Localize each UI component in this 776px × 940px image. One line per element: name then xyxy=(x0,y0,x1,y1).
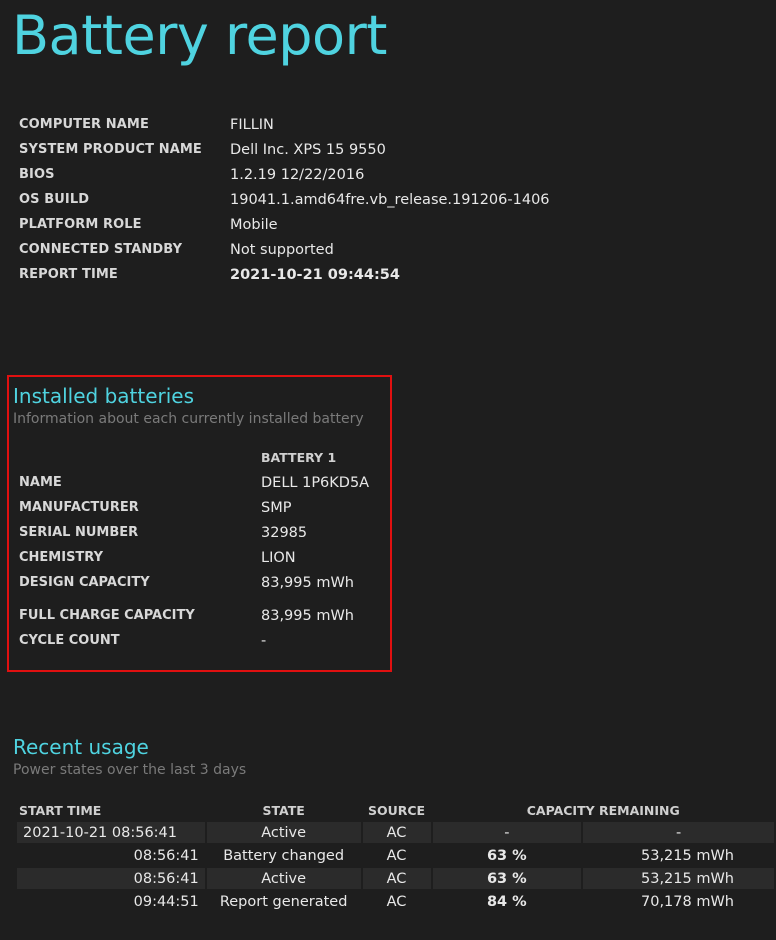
header-start-time: START TIME xyxy=(19,802,102,818)
battery-header-row: BATTERY 1 xyxy=(19,445,369,470)
gap-cell xyxy=(261,595,369,603)
usage-capacity-mwh: - xyxy=(583,822,774,843)
usage-row: 08:56:41 Active AC 63 % 53,215 mWh xyxy=(17,868,774,889)
battery-label: DESIGN CAPACITY xyxy=(19,575,150,590)
battery-value: SMP xyxy=(261,499,292,516)
usage-header-row: START TIME STATE SOURCE CAPACITY REMAINI… xyxy=(17,800,774,820)
info-row-connected-standby: CONNECTED STANDBY Not supported xyxy=(19,237,550,262)
battery-label: SERIAL NUMBER xyxy=(19,525,139,540)
recent-usage-subtitle: Power states over the last 3 days xyxy=(13,762,247,778)
battery-column-header: BATTERY 1 xyxy=(261,450,337,465)
battery-value: 83,995 mWh xyxy=(261,607,354,624)
info-label: CONNECTED STANDBY xyxy=(19,242,183,257)
header-source: SOURCE xyxy=(367,802,426,818)
info-label: PLATFORM ROLE xyxy=(19,217,142,232)
battery-label: CYCLE COUNT xyxy=(19,633,120,648)
battery-value: DELL 1P6KD5A xyxy=(261,474,370,491)
usage-state: Active xyxy=(206,822,361,843)
info-value: FILLIN xyxy=(230,116,274,133)
usage-source: AC xyxy=(362,845,431,866)
usage-row: 2021-10-21 08:56:41 Active AC - - xyxy=(17,822,774,843)
header-state: STATE xyxy=(262,802,305,818)
battery-value: 32985 xyxy=(261,524,308,541)
info-label: OS BUILD xyxy=(19,192,90,207)
battery-row-cycle-count: CYCLE COUNT - xyxy=(19,628,369,653)
battery-label: FULL CHARGE CAPACITY xyxy=(19,608,195,623)
usage-start-time: 2021-10-21 08:56:41 xyxy=(17,822,205,843)
installed-batteries-title: Installed batteries xyxy=(13,384,195,408)
usage-state: Battery changed xyxy=(206,845,361,866)
usage-start-time: 09:44:51 xyxy=(17,891,205,912)
battery-label: NAME xyxy=(19,475,62,490)
gap-cell xyxy=(19,595,261,603)
usage-capacity-mwh: 70,178 mWh xyxy=(583,891,774,912)
usage-capacity-percent: 63 % xyxy=(432,868,582,889)
usage-state: Report generated xyxy=(206,891,361,912)
info-value: 2021-10-21 09:44:54 xyxy=(230,266,400,283)
info-row-platform-role: PLATFORM ROLE Mobile xyxy=(19,212,550,237)
info-row-report-time: REPORT TIME 2021-10-21 09:44:54 xyxy=(19,262,550,287)
installed-batteries-subtitle: Information about each currently install… xyxy=(13,411,364,427)
battery-value: 83,995 mWh xyxy=(261,574,354,591)
info-label: REPORT TIME xyxy=(19,267,118,282)
usage-capacity-mwh: 53,215 mWh xyxy=(583,845,774,866)
battery-row-serial: SERIAL NUMBER 32985 xyxy=(19,520,369,545)
recent-usage-table: START TIME STATE SOURCE CAPACITY REMAINI… xyxy=(15,798,776,914)
battery-row-gap xyxy=(19,595,369,603)
usage-start-time: 08:56:41 xyxy=(17,845,205,866)
usage-source: AC xyxy=(362,868,431,889)
info-label: COMPUTER NAME xyxy=(19,117,149,132)
usage-state: Active xyxy=(206,868,361,889)
recent-usage-title: Recent usage xyxy=(13,735,149,759)
info-row-computer-name: COMPUTER NAME FILLIN xyxy=(19,112,550,137)
info-value: 1.2.19 12/22/2016 xyxy=(230,166,365,183)
info-value: Not supported xyxy=(230,241,334,258)
page-title: Battery report xyxy=(12,4,387,67)
usage-capacity-percent: 84 % xyxy=(432,891,582,912)
battery-row-full-charge: FULL CHARGE CAPACITY 83,995 mWh xyxy=(19,603,369,628)
usage-capacity-percent: 63 % xyxy=(432,845,582,866)
info-row-os-build: OS BUILD 19041.1.amd64fre.vb_release.1912… xyxy=(19,187,550,212)
system-info-table: COMPUTER NAME FILLIN SYSTEM PRODUCT NAME D… xyxy=(19,112,550,287)
usage-row: 09:44:51 Report generated AC 84 % 70,178… xyxy=(17,891,774,912)
battery-value: - xyxy=(261,632,267,649)
info-label: SYSTEM PRODUCT NAME xyxy=(19,142,202,157)
usage-capacity-mwh: 53,215 mWh xyxy=(583,868,774,889)
info-value: Mobile xyxy=(230,216,278,233)
battery-row-name: NAME DELL 1P6KD5A xyxy=(19,470,369,495)
usage-start-time: 08:56:41 xyxy=(17,868,205,889)
usage-source: AC xyxy=(362,891,431,912)
battery-value: LION xyxy=(261,549,296,566)
info-label: BIOS xyxy=(19,167,55,182)
usage-row: 08:56:41 Battery changed AC 63 % 53,215 … xyxy=(17,845,774,866)
info-value: Dell Inc. XPS 15 9550 xyxy=(230,141,386,158)
battery-header-spacer xyxy=(19,445,261,470)
installed-batteries-table: BATTERY 1 NAME DELL 1P6KD5A MANUFACTURER S… xyxy=(19,445,369,653)
info-value: 19041.1.amd64fre.vb_release.191206-1406 xyxy=(230,191,550,208)
battery-row-design-capacity: DESIGN CAPACITY 83,995 mWh xyxy=(19,570,369,595)
battery-row-manufacturer: MANUFACTURER SMP xyxy=(19,495,369,520)
usage-source: AC xyxy=(362,822,431,843)
battery-label: MANUFACTURER xyxy=(19,500,139,515)
battery-row-chemistry: CHEMISTRY LION xyxy=(19,545,369,570)
info-row-product-name: SYSTEM PRODUCT NAME Dell Inc. XPS 15 9550 xyxy=(19,137,550,162)
info-row-bios: BIOS 1.2.19 12/22/2016 xyxy=(19,162,550,187)
usage-capacity-percent: - xyxy=(432,822,582,843)
header-capacity-remaining: CAPACITY REMAINING xyxy=(526,802,680,818)
battery-label: CHEMISTRY xyxy=(19,550,104,565)
